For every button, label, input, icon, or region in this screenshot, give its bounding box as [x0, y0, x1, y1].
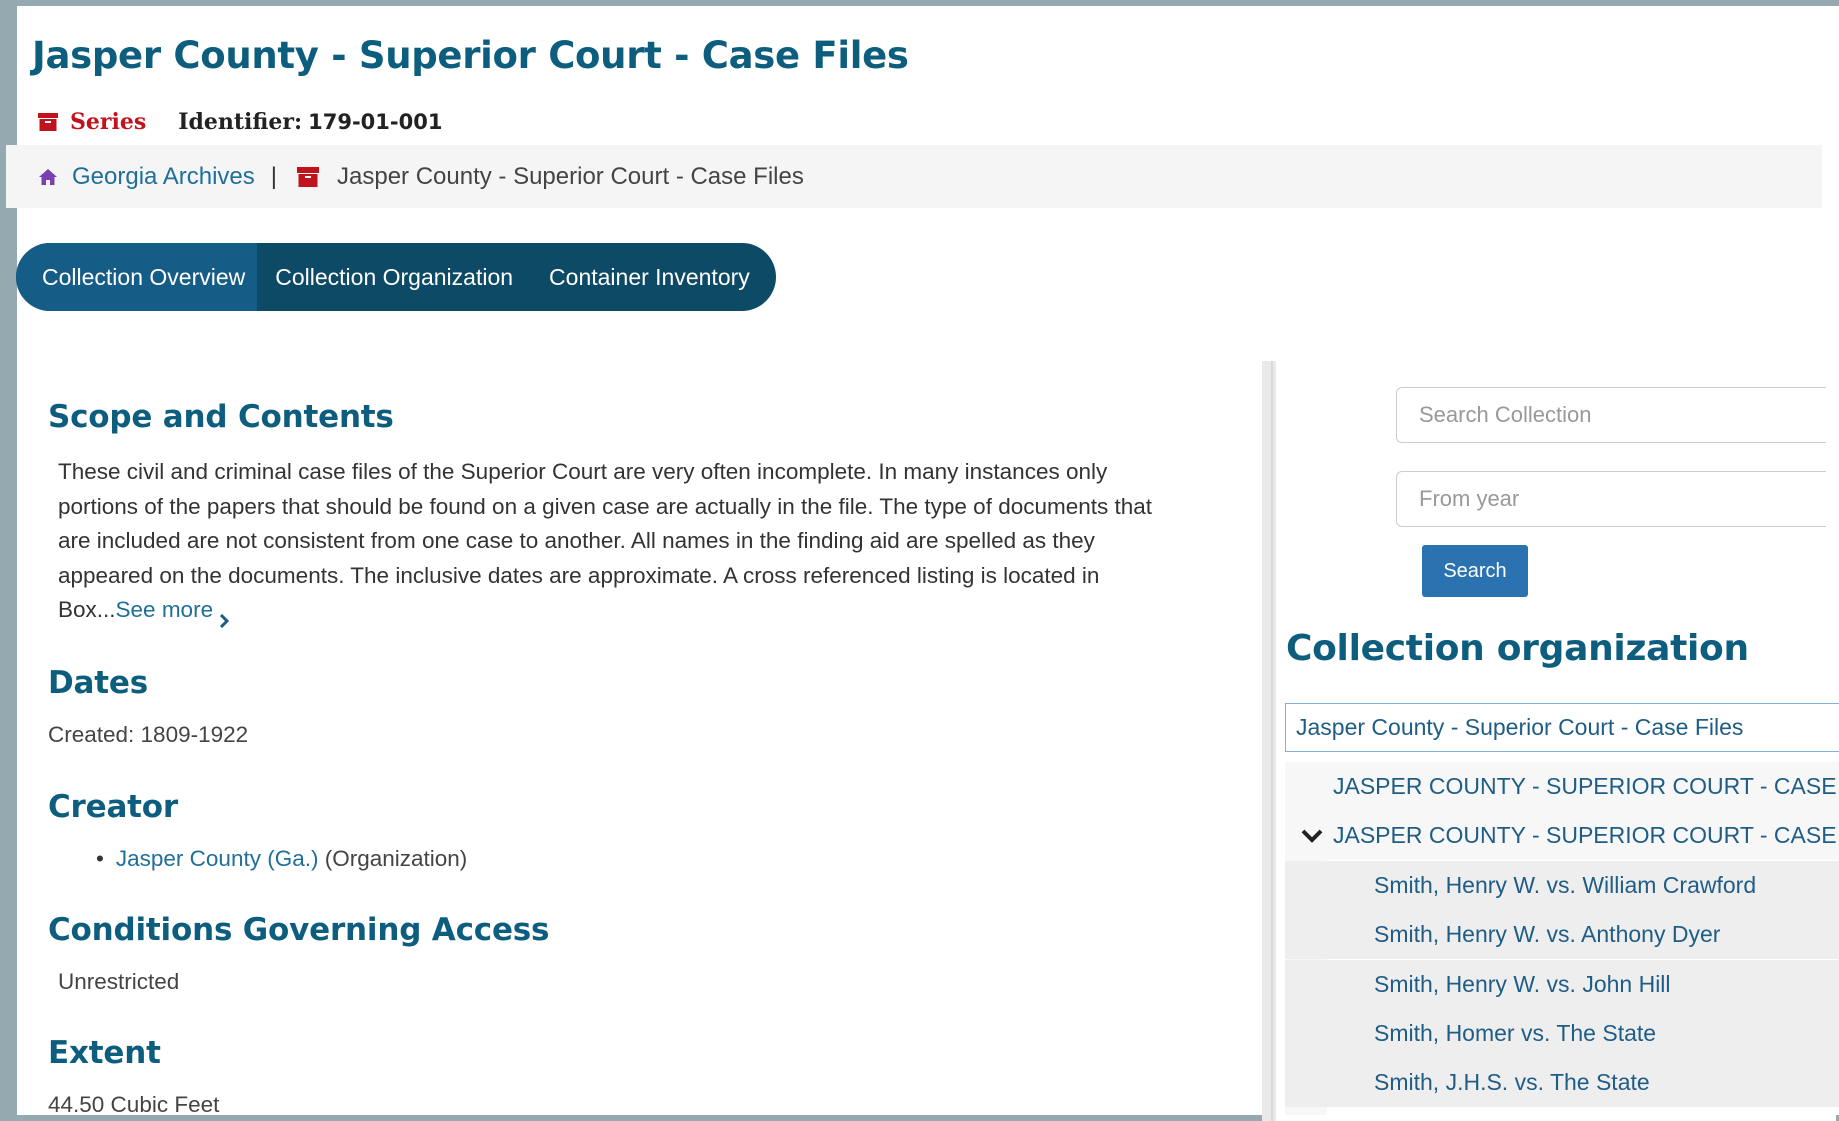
sidebar-scroll-track[interactable]	[1262, 361, 1276, 1121]
collection-tabs: Collection Overview Collection Organizat…	[16, 243, 776, 311]
tree-item-series-expanded[interactable]: JASPER COUNTY - SUPERIOR COURT - CASE FI…	[1285, 811, 1839, 860]
creator-list: Jasper County (Ga.) (Organization)	[96, 846, 467, 872]
tree-root-item[interactable]: Jasper County - Superior Court - Case Fi…	[1285, 703, 1839, 752]
list-item: Jasper County (Ga.) (Organization)	[96, 846, 467, 872]
tab-collection-organization[interactable]: Collection Organization	[257, 243, 531, 311]
tree-item-file[interactable]: Smith, Henry W. vs. Anthony Dyer	[1285, 910, 1839, 959]
tab-container-inventory[interactable]: Container Inventory	[531, 243, 776, 311]
scope-truncated-text: Box...	[58, 597, 116, 622]
creator-link[interactable]: Jasper County (Ga.)	[116, 846, 319, 871]
creator-role: (Organization)	[324, 846, 468, 871]
identifier-label: Identifier:	[178, 109, 303, 135]
sidebar-divider	[1271, 361, 1273, 1121]
tree-item-file[interactable]: Smith, Homer vs. The State	[1285, 1009, 1839, 1058]
home-icon[interactable]	[38, 168, 58, 186]
scope-line: portions of the papers that should be fo…	[58, 493, 1153, 519]
scope-line-last: Box...See more	[58, 593, 1288, 629]
page-title: Jasper County - Superior Court - Case Fi…	[32, 34, 909, 77]
dates-value: Created: 1809-1922	[48, 722, 249, 747]
see-more-link[interactable]: See more	[115, 597, 230, 629]
scope-line: These civil and criminal case files of t…	[58, 459, 1108, 484]
tab-collection-overview[interactable]: Collection Overview	[16, 243, 258, 311]
tree-item-file[interactable]: Smith, Henry W. vs. William Crawford	[1285, 861, 1839, 910]
breadcrumb-separator: |	[270, 162, 277, 190]
search-button[interactable]: Search	[1422, 545, 1528, 597]
from-year-input[interactable]	[1396, 471, 1826, 527]
breadcrumb-current: Jasper County - Superior Court - Case Fi…	[337, 162, 804, 190]
scope-line: are included are not consistent from one…	[58, 528, 1095, 553]
scope-heading: Scope and Contents	[48, 399, 394, 435]
breadcrumb-home-link[interactable]: Georgia Archives	[72, 163, 255, 191]
collection-organization-heading: Collection organization	[1286, 628, 1749, 669]
tree-item-file[interactable]: Smith, J.H.S. vs. The State	[1285, 1058, 1839, 1107]
tree-item-series[interactable]: JASPER COUNTY - SUPERIOR COURT - CASE FI…	[1285, 762, 1839, 811]
record-meta: Series Identifier: 179-01-001	[38, 108, 442, 136]
access-heading: Conditions Governing Access	[48, 912, 550, 948]
search-collection-input[interactable]	[1396, 387, 1826, 443]
chevron-down-icon[interactable]	[1299, 827, 1325, 845]
see-more-label: See more	[115, 597, 214, 622]
record-type-label: Series	[70, 109, 147, 135]
scope-line: appeared on the documents. The inclusive…	[58, 562, 1100, 588]
dates-heading: Dates	[48, 665, 148, 701]
chevron-right-icon	[219, 604, 230, 629]
extent-heading: Extent	[48, 1035, 161, 1071]
identifier-value: 179-01-001	[308, 110, 443, 134]
archive-box-icon	[38, 113, 58, 131]
archive-box-icon	[297, 166, 319, 187]
creator-heading: Creator	[48, 789, 178, 825]
breadcrumb: Georgia Archives | Jasper County - Super…	[6, 145, 1822, 208]
tree-item-file[interactable]: Smith, Henry W. vs. John Hill	[1285, 960, 1839, 1009]
access-value: Unrestricted	[58, 969, 180, 994]
scope-text: These civil and criminal case files of t…	[58, 455, 1288, 629]
extent-value: 44.50 Cubic Feet	[48, 1092, 220, 1117]
